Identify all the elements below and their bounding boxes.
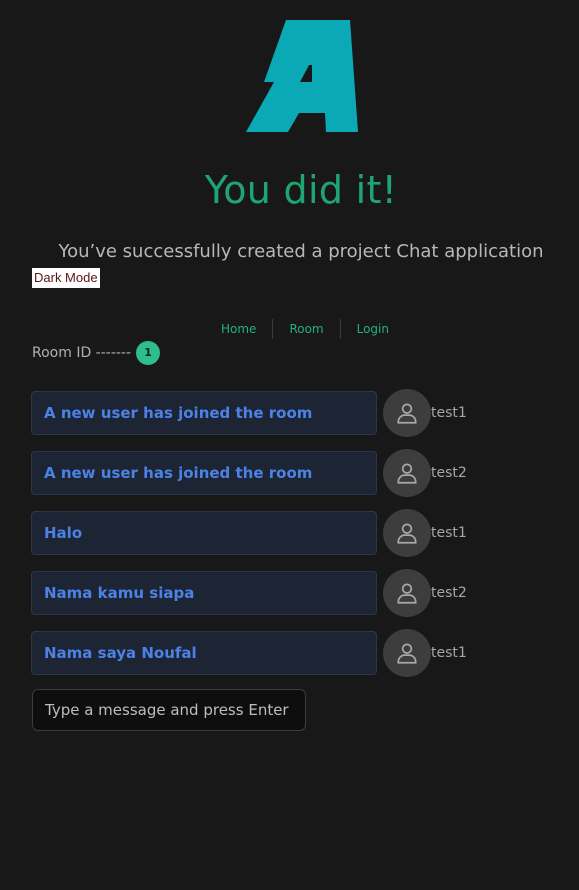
- room-id-label: Room ID -------: [32, 345, 132, 361]
- main-nav: Home Room Login: [205, 319, 405, 339]
- message-bubble: Nama kamu siapa: [31, 571, 377, 615]
- message-username: test2: [431, 585, 467, 601]
- app-logo: [246, 20, 358, 132]
- message-item: A new user has joined the room test1: [31, 389, 467, 437]
- nav-login-link[interactable]: Login: [339, 319, 405, 339]
- message-bubble: A new user has joined the room: [31, 451, 377, 495]
- nav-home-link[interactable]: Home: [205, 319, 272, 339]
- user-icon: [397, 643, 417, 664]
- avatar: [383, 569, 431, 617]
- message-input[interactable]: [32, 689, 306, 731]
- user-icon: [397, 583, 417, 604]
- nav-room-link[interactable]: Room: [272, 319, 339, 339]
- room-count-badge: 1: [136, 341, 161, 365]
- message-list: A new user has joined the room test1 A n…: [31, 389, 467, 689]
- user-icon: [397, 463, 417, 484]
- message-bubble: A new user has joined the room: [31, 391, 377, 435]
- message-bubble: Halo: [31, 511, 377, 555]
- dark-mode-button[interactable]: Dark Mode: [32, 268, 100, 288]
- page-title: You did it!: [204, 168, 398, 212]
- message-item: A new user has joined the room test2: [31, 449, 467, 497]
- page-subtitle: You’ve successfully created a project Ch…: [58, 241, 544, 262]
- avatar: [383, 389, 431, 437]
- user-icon: [397, 403, 417, 424]
- room-info: Room ID ------- 1: [32, 341, 161, 365]
- message-item: Nama kamu siapa test2: [31, 569, 467, 617]
- page: You did it! You’ve successfully created …: [0, 0, 579, 890]
- avatar: [383, 509, 431, 557]
- message-username: test1: [431, 525, 467, 541]
- avatar: [383, 449, 431, 497]
- message-item: Halo test1: [31, 509, 467, 557]
- message-item: Nama saya Noufal test1: [31, 629, 467, 677]
- message-username: test1: [431, 405, 467, 421]
- message-bubble: Nama saya Noufal: [31, 631, 377, 675]
- user-icon: [397, 523, 417, 544]
- avatar: [383, 629, 431, 677]
- message-username: test1: [431, 645, 467, 661]
- message-username: test2: [431, 465, 467, 481]
